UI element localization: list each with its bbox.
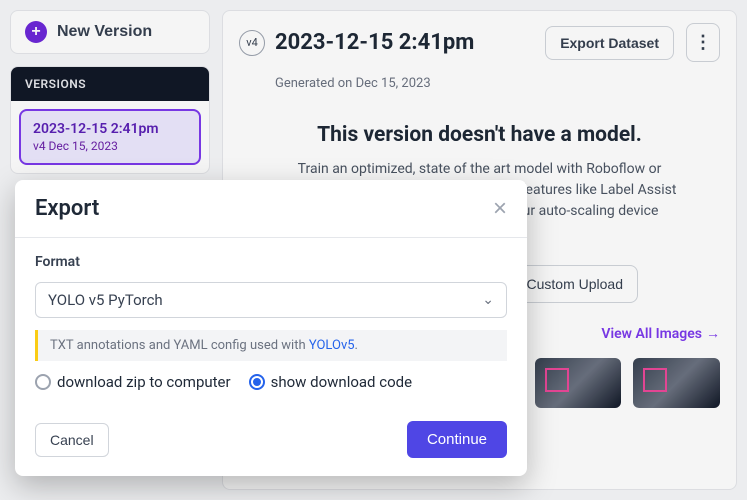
version-title: 2023-12-15 2:41pm xyxy=(33,121,187,137)
format-info: TXT annotations and YAML config used wit… xyxy=(35,330,507,361)
no-model-heading: This version doesn't have a model. xyxy=(279,123,680,147)
versions-header: VERSIONS xyxy=(11,67,209,101)
view-all-images-link[interactable]: View All Images → xyxy=(601,325,720,342)
version-item[interactable]: 2023-12-15 2:41pm v4 Dec 15, 2023 xyxy=(19,109,201,165)
radio-show-code[interactable]: show download code xyxy=(249,373,412,391)
cancel-button[interactable]: Cancel xyxy=(35,423,109,457)
continue-button[interactable]: Continue xyxy=(407,421,507,458)
image-thumb[interactable] xyxy=(633,358,720,408)
version-subtitle: v4 Dec 15, 2023 xyxy=(33,139,187,153)
radio-icon xyxy=(249,374,265,390)
info-prefix: TXT annotations and YAML config used wit… xyxy=(50,338,309,353)
export-modal: Export × Format YOLO v5 PyTorch ⌄ TXT an… xyxy=(15,180,527,476)
format-label: Format xyxy=(35,254,507,270)
radio-icon xyxy=(35,374,51,390)
radio-download-zip[interactable]: download zip to computer xyxy=(35,373,231,391)
chevron-down-icon: ⌄ xyxy=(482,292,494,308)
view-all-label: View All Images xyxy=(601,326,702,342)
generated-date: Generated on Dec 15, 2023 xyxy=(275,76,720,91)
more-menu-button[interactable]: ⋮ xyxy=(686,23,720,62)
format-value: YOLO v5 PyTorch xyxy=(48,291,163,309)
arrow-right-icon: → xyxy=(706,325,720,342)
version-badge: v4 xyxy=(239,30,265,56)
radio-code-label: show download code xyxy=(271,373,412,391)
more-icon: ⋮ xyxy=(694,32,712,53)
format-select[interactable]: YOLO v5 PyTorch ⌄ xyxy=(35,282,507,318)
info-suffix: . xyxy=(355,338,358,353)
page-title: 2023-12-15 2:41pm xyxy=(275,30,474,55)
close-button[interactable]: × xyxy=(493,197,507,221)
export-dataset-button[interactable]: Export Dataset xyxy=(545,26,674,60)
plus-icon: + xyxy=(25,21,47,43)
yolov5-link[interactable]: YOLOv5 xyxy=(309,338,355,353)
new-version-button[interactable]: + New Version xyxy=(10,10,210,54)
close-icon: × xyxy=(493,195,507,222)
versions-panel: VERSIONS 2023-12-15 2:41pm v4 Dec 15, 20… xyxy=(10,66,210,174)
modal-title: Export xyxy=(35,196,99,221)
new-version-label: New Version xyxy=(57,23,152,41)
image-thumb[interactable] xyxy=(535,358,622,408)
upload-button[interactable]: Custom Upload xyxy=(512,265,639,303)
radio-download-label: download zip to computer xyxy=(57,373,231,391)
